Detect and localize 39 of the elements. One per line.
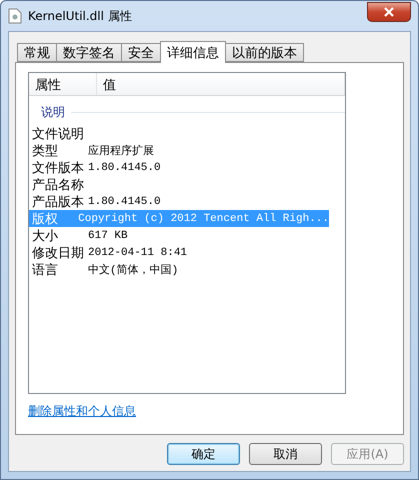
group-header: 说明 [41,104,65,121]
tab[interactable]: 数字签名 [56,43,122,62]
property-name: 产品名称 [31,176,85,194]
close-button[interactable] [367,2,411,22]
property-value: 中文(简体，中国) [88,262,178,277]
property-name: 版权 [31,210,59,228]
list-row[interactable]: 产品名称 [29,176,329,193]
window-title: KernelUtil.dll 属性 [28,8,133,24]
property-name: 语言 [31,262,59,278]
column-header[interactable]: 属性 [29,73,97,95]
close-icon [384,7,394,17]
dialog-button[interactable]: 确定 [167,443,240,465]
property-name: 文件版本 [31,160,85,176]
tab[interactable]: 安全 [121,43,161,62]
column-header[interactable]: 值 [96,73,345,95]
list-row[interactable]: 大小 617 KB [29,227,329,244]
property-value: Copyright (c) 2012 Tencent All Righ... [78,212,329,224]
list-row[interactable]: 语言 中文(简体，中国) [29,261,329,278]
property-value: 617 KB [88,230,128,242]
property-name: 类型 [31,142,59,160]
property-name: 修改日期 [31,244,85,262]
list-row[interactable]: 类型 应用程序扩展 [29,142,329,159]
list-row[interactable]: 修改日期 2012-04-11 8:41 [29,244,329,261]
property-value: 1.80.4145.0 [88,196,161,208]
file-icon [8,8,22,24]
property-value: 2012-04-11 8:41 [88,246,188,258]
property-value: 应用程序扩展 [88,144,154,158]
property-name: 产品版本 [31,194,85,210]
dialog-button[interactable]: 取消 [249,443,322,465]
tab[interactable]: 常规 [17,43,57,62]
property-value: 1.80.4145.0 [88,162,161,174]
list-row[interactable]: 文件版本 1.80.4145.0 [29,159,329,176]
remove-properties-link[interactable]: 删除属性和个人信息 [28,403,136,420]
list-row[interactable]: 产品版本 1.80.4145.0 [29,193,329,210]
tab[interactable]: 以前的版本 [225,43,304,62]
list-row[interactable]: 文件说明 [29,125,329,142]
property-name: 文件说明 [31,126,85,142]
tab[interactable]: 详细信息 [160,41,226,63]
property-name: 大小 [31,228,59,244]
